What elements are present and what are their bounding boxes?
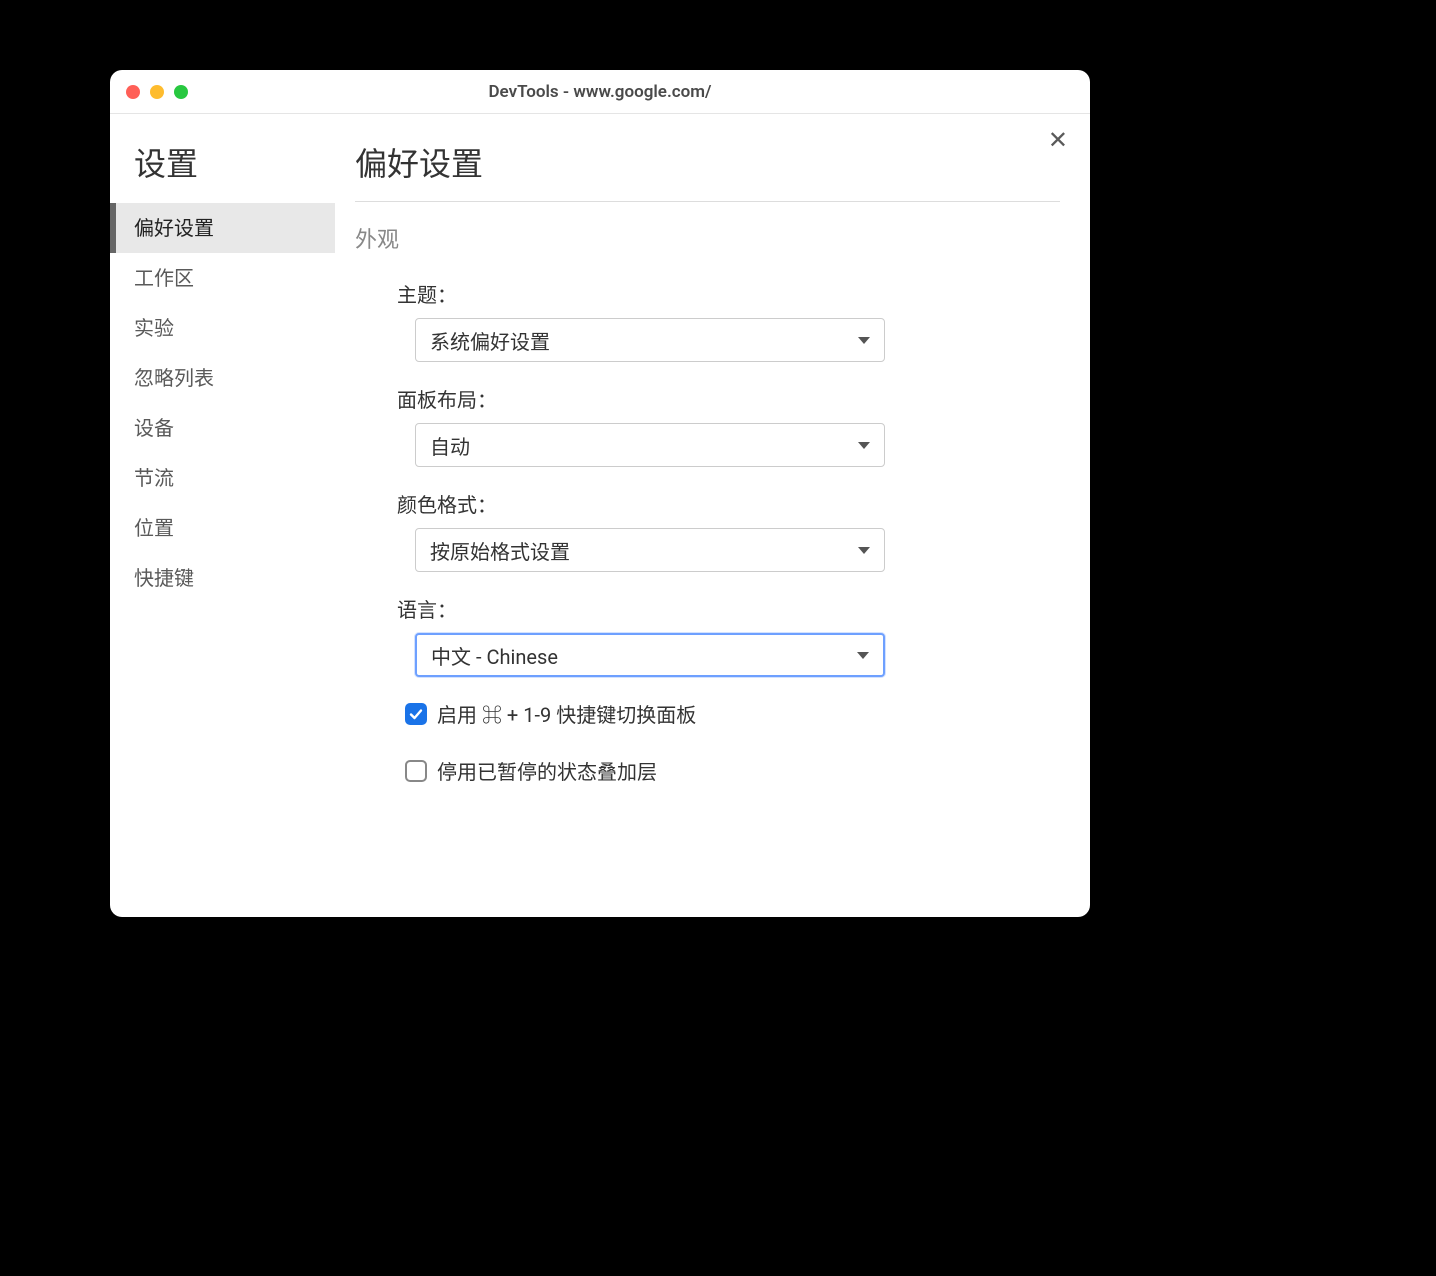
sidebar-item-experiments[interactable]: 实验 xyxy=(110,303,335,353)
language-select-value: 中文 - Chinese xyxy=(431,641,558,670)
chevron-down-icon xyxy=(858,442,870,449)
check-icon xyxy=(408,706,424,722)
chevron-down-icon xyxy=(857,652,869,659)
divider xyxy=(355,201,1060,202)
sidebar-item-label: 偏好设置 xyxy=(134,216,214,240)
traffic-lights xyxy=(126,85,188,99)
sidebar-title: 设置 xyxy=(110,139,335,185)
sidebar: 设置 偏好设置 工作区 实验 忽略列表 设备 节流 位置 快捷键 xyxy=(110,114,335,917)
checkbox-enable-shortcut-label: 启用 ⌘ + 1-9 快捷键切换面板 xyxy=(437,699,696,728)
checkbox-disable-overlay[interactable]: 停用已暂停的状态叠加层 xyxy=(355,756,1060,785)
color-format-select-value: 按原始格式设置 xyxy=(430,536,570,565)
field-panel-layout: 面板布局： 自动 xyxy=(355,384,1060,467)
chevron-down-icon xyxy=(858,337,870,344)
chevron-down-icon xyxy=(858,547,870,554)
sidebar-item-ignore-list[interactable]: 忽略列表 xyxy=(110,353,335,403)
sidebar-item-label: 位置 xyxy=(134,516,174,540)
window-minimize-button[interactable] xyxy=(150,85,164,99)
titlebar: DevTools - www.google.com/ xyxy=(110,70,1090,114)
sidebar-item-label: 设备 xyxy=(134,416,174,440)
content: ✕ 设置 偏好设置 工作区 实验 忽略列表 设备 节流 位置 快捷键 偏好设置 … xyxy=(110,114,1090,917)
language-label: 语言： xyxy=(397,594,1060,623)
window-maximize-button[interactable] xyxy=(174,85,188,99)
section-appearance-label: 外观 xyxy=(355,222,1060,254)
panel-layout-label: 面板布局： xyxy=(397,384,1060,413)
color-format-select[interactable]: 按原始格式设置 xyxy=(415,528,885,572)
field-color-format: 颜色格式： 按原始格式设置 xyxy=(355,489,1060,572)
sidebar-item-label: 快捷键 xyxy=(134,566,194,590)
language-select[interactable]: 中文 - Chinese xyxy=(415,633,885,677)
checkbox-enable-shortcut[interactable]: 启用 ⌘ + 1-9 快捷键切换面板 xyxy=(355,699,1060,728)
panel-layout-select[interactable]: 自动 xyxy=(415,423,885,467)
sidebar-item-locations[interactable]: 位置 xyxy=(110,503,335,553)
window-close-button[interactable] xyxy=(126,85,140,99)
sidebar-item-label: 节流 xyxy=(134,466,174,490)
page-title: 偏好设置 xyxy=(355,139,1060,185)
sidebar-item-label: 忽略列表 xyxy=(134,366,214,390)
field-language: 语言： 中文 - Chinese xyxy=(355,594,1060,677)
sidebar-item-workspace[interactable]: 工作区 xyxy=(110,253,335,303)
theme-select-value: 系统偏好设置 xyxy=(430,326,550,355)
close-icon[interactable]: ✕ xyxy=(1048,128,1068,152)
window-title: DevTools - www.google.com/ xyxy=(110,82,1090,102)
panel-layout-select-value: 自动 xyxy=(430,431,470,460)
field-theme: 主题： 系统偏好设置 xyxy=(355,279,1060,362)
sidebar-item-devices[interactable]: 设备 xyxy=(110,403,335,453)
sidebar-item-shortcuts[interactable]: 快捷键 xyxy=(110,553,335,603)
checkbox-disable-overlay-label: 停用已暂停的状态叠加层 xyxy=(437,756,657,785)
main-panel: 偏好设置 外观 主题： 系统偏好设置 面板布局： 自动 颜色格式： xyxy=(335,114,1090,917)
checkbox-icon xyxy=(405,703,427,725)
theme-label: 主题： xyxy=(397,279,1060,308)
checkbox-icon xyxy=(405,760,427,782)
color-format-label: 颜色格式： xyxy=(397,489,1060,518)
devtools-settings-window: DevTools - www.google.com/ ✕ 设置 偏好设置 工作区… xyxy=(110,70,1090,917)
sidebar-item-label: 实验 xyxy=(134,316,174,340)
sidebar-item-preferences[interactable]: 偏好设置 xyxy=(110,203,335,253)
sidebar-item-throttling[interactable]: 节流 xyxy=(110,453,335,503)
theme-select[interactable]: 系统偏好设置 xyxy=(415,318,885,362)
sidebar-item-label: 工作区 xyxy=(134,266,194,290)
